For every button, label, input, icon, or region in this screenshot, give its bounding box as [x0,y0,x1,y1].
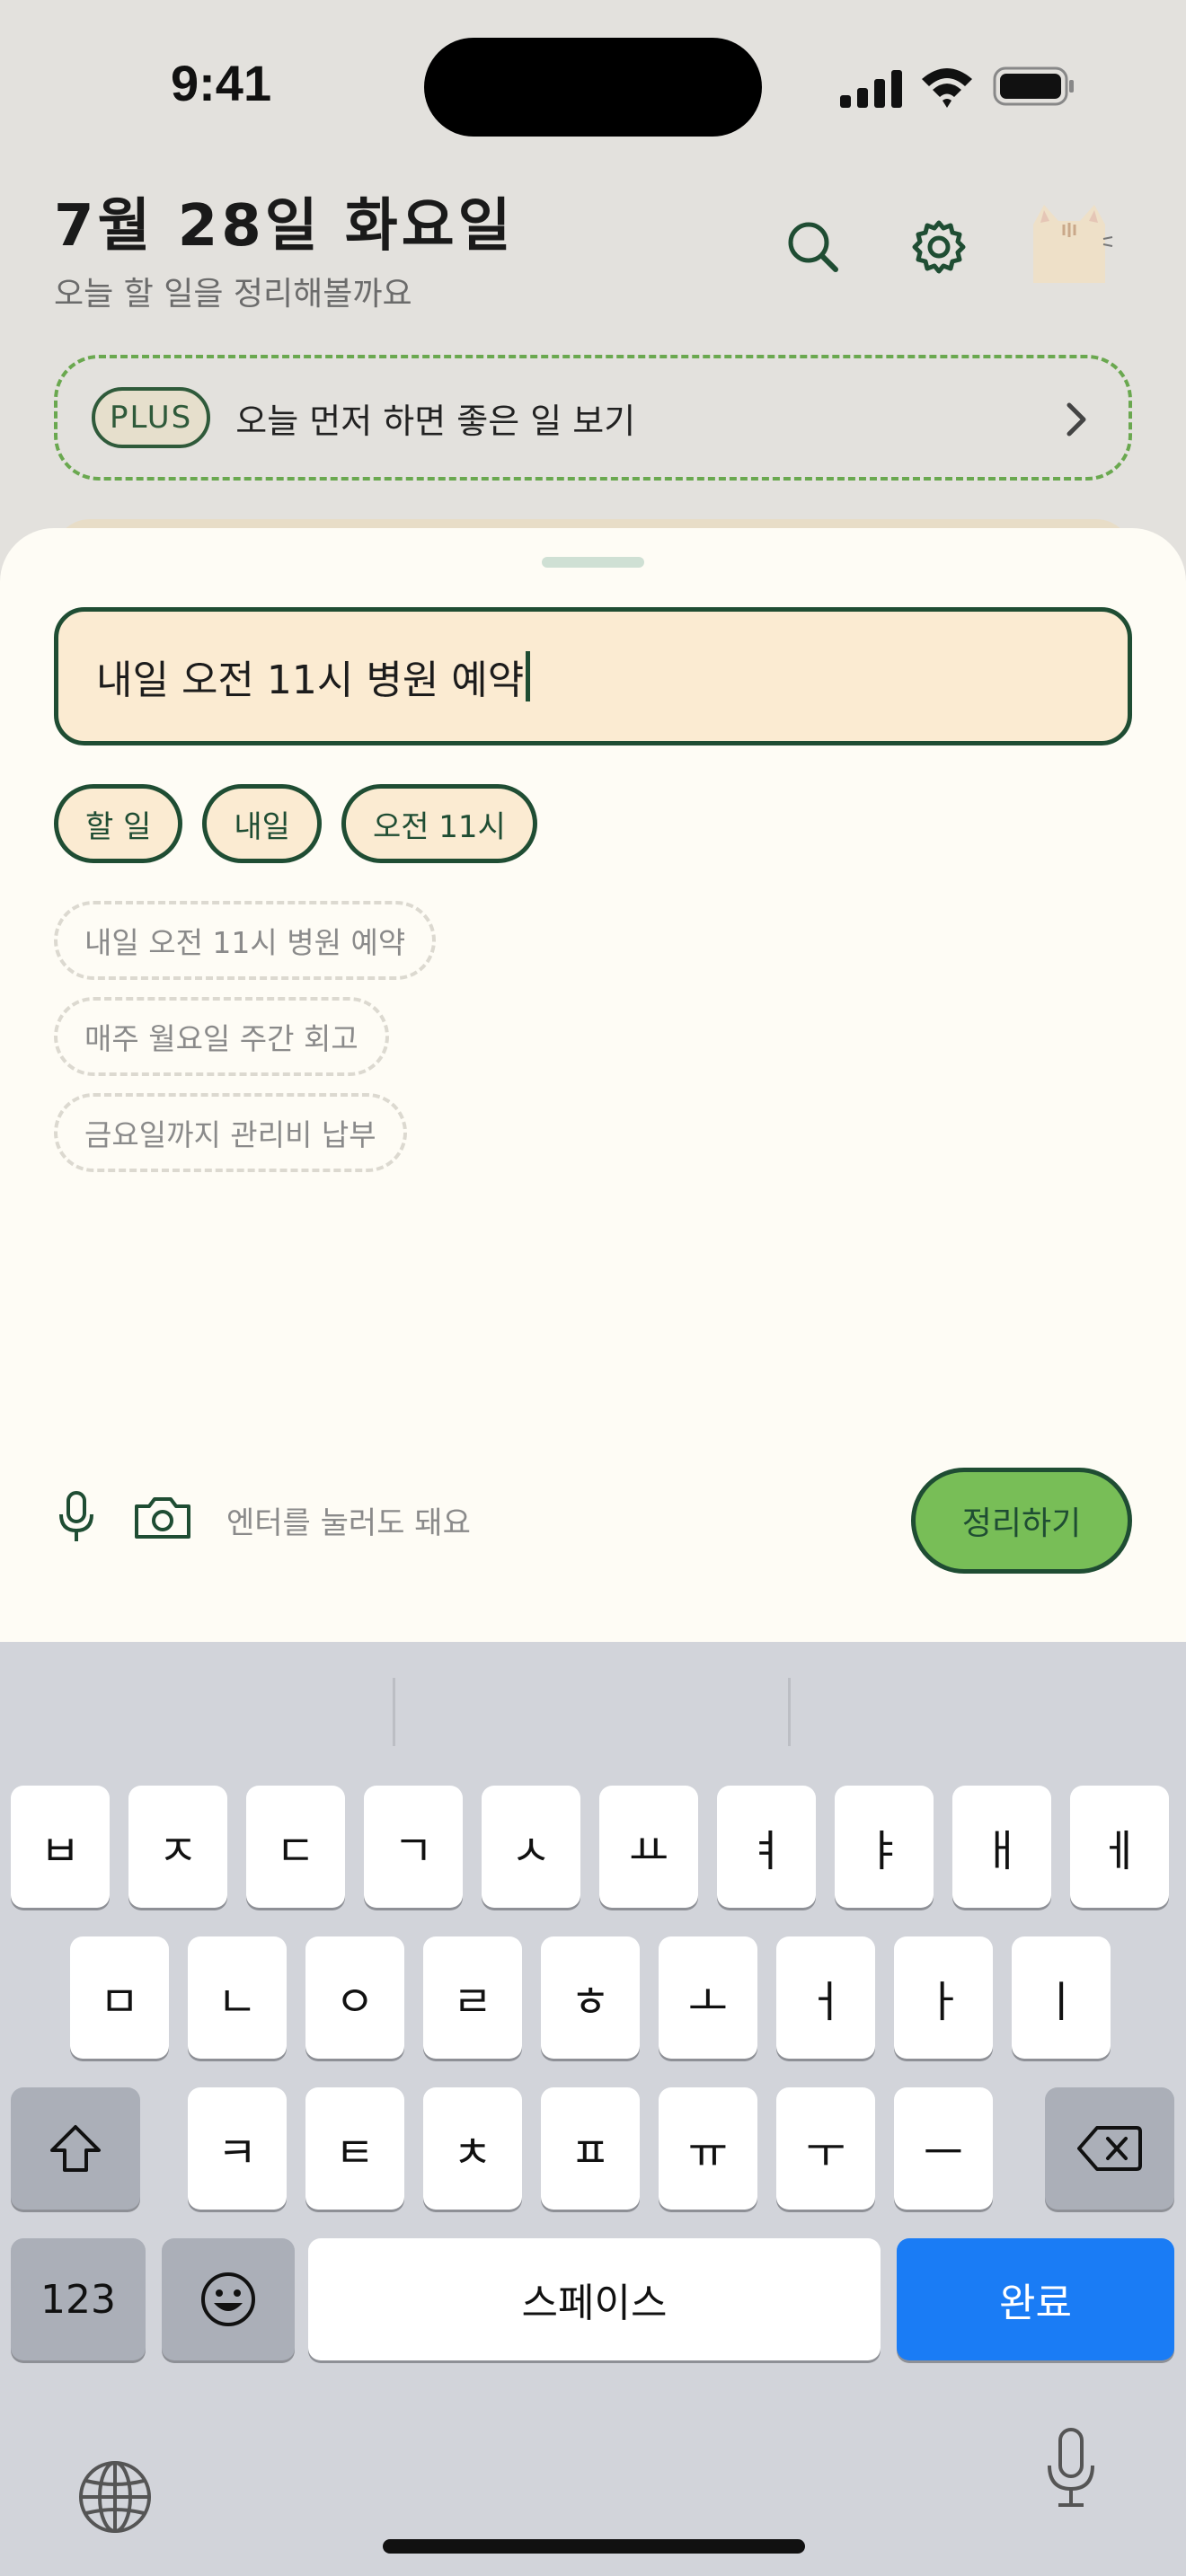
plus-badge: PLUS [92,387,211,448]
key[interactable]: ㅁ [70,1936,169,2059]
key[interactable]: ㄱ [364,1786,463,1908]
key[interactable]: ㅜ [776,2087,875,2210]
key[interactable]: ㅍ [541,2087,640,2210]
suggestion-divider [788,1678,791,1746]
key[interactable]: ㅊ [423,2087,522,2210]
chip-time[interactable]: 오전 11시 [341,784,537,863]
emoji-icon [201,2272,255,2326]
key[interactable]: ㅏ [894,1936,993,2059]
key[interactable]: ㅋ [188,2087,287,2210]
plus-banner-text: 오늘 먼저 하면 좋은 일 보기 [235,401,636,441]
key[interactable]: ㅅ [482,1786,580,1908]
suggestion-item[interactable]: 매주 월요일 주간 회고 [54,997,389,1076]
sheet-grabber[interactable] [542,557,644,568]
page-title: 7월 28일 화요일 [54,193,515,260]
page-subtitle: 오늘 할 일을 정리해볼까요 [54,276,412,313]
backspace-icon [1077,2126,1142,2171]
korean-keyboard: ㅂ ㅈ ㄷ ㄱ ㅅ ㅛ ㅕ ㅑ ㅐ ㅔ ㅁ ㄴ ㅇ ㄹ ㅎ ㅗ ㅓ ㅏ ㅣ ㅋ … [0,1642,1186,2576]
home-indicator [383,2539,805,2554]
search-icon[interactable] [782,216,845,278]
key[interactable]: ㅠ [659,2087,757,2210]
task-composer-sheet: 내일 오전 11시 병원 예약 할 일 내일 오전 11시 내일 오전 11시 … [0,528,1186,1642]
backspace-key[interactable] [1045,2087,1174,2210]
chip-date[interactable]: 내일 [202,784,322,863]
shift-icon [50,2125,101,2172]
key[interactable]: ㄷ [246,1786,345,1908]
globe-icon[interactable] [77,2459,153,2535]
gear-icon[interactable] [907,216,970,278]
dictation-mic-icon[interactable] [1044,2426,1098,2510]
space-key[interactable]: 스페이스 [308,2238,881,2360]
emoji-key[interactable] [162,2238,295,2360]
header: 7월 28일 화요일 오늘 할 일을 정리해볼까요 [0,171,1186,332]
key[interactable]: ㄹ [423,1936,522,2059]
key[interactable]: ㅓ [776,1936,875,2059]
suggestion-list: 내일 오전 11시 병원 예약 매주 월요일 주간 회고 금요일까지 관리비 납… [54,901,437,1189]
plus-banner[interactable]: PLUS 오늘 먼저 하면 좋은 일 보기 [54,355,1132,481]
organize-button[interactable]: 정리하기 [911,1468,1132,1574]
parsed-chips: 할 일 내일 오전 11시 [54,784,537,863]
battery-icon [993,66,1074,106]
cat-avatar[interactable] [1024,198,1114,287]
key[interactable]: ㅇ [305,1936,404,2059]
key[interactable]: ㅔ [1070,1786,1169,1908]
status-time: 9:41 [171,55,272,111]
cellular-signal-icon [840,66,903,108]
wifi-icon [922,68,972,108]
key[interactable]: ㅎ [541,1936,640,2059]
key[interactable]: ㅗ [659,1936,757,2059]
done-key[interactable]: 완료 [897,2238,1174,2360]
chip-type[interactable]: 할 일 [54,784,183,863]
dynamic-island [424,38,762,137]
key[interactable]: ㄴ [188,1936,287,2059]
status-bar: 9:41 [0,0,1186,171]
chevron-right-icon [1067,402,1086,437]
suggestion-item[interactable]: 내일 오전 11시 병원 예약 [54,901,437,980]
key[interactable]: ㅌ [305,2087,404,2210]
key[interactable]: ㅐ [952,1786,1051,1908]
key[interactable]: ㅡ [894,2087,993,2210]
suggestion-item[interactable]: 금요일까지 관리비 납부 [54,1093,407,1172]
key[interactable]: ㅣ [1012,1936,1111,2059]
key[interactable]: ㅕ [717,1786,816,1908]
key[interactable]: ㅑ [835,1786,934,1908]
camera-icon[interactable] [133,1494,192,1540]
key[interactable]: ㅈ [128,1786,227,1908]
shift-key[interactable] [11,2087,140,2210]
task-input[interactable]: 내일 오전 11시 병원 예약 [54,607,1132,745]
task-input-value[interactable]: 내일 오전 11시 병원 예약 [96,648,524,705]
text-caret [526,651,531,701]
key[interactable]: ㅂ [11,1786,110,1908]
numbers-key[interactable]: 123 [11,2238,146,2360]
suggestion-divider [393,1678,395,1746]
enter-hint: 엔터를 눌러도 돼요 [226,1505,471,1541]
key[interactable]: ㅛ [599,1786,698,1908]
mic-icon[interactable] [56,1489,97,1543]
